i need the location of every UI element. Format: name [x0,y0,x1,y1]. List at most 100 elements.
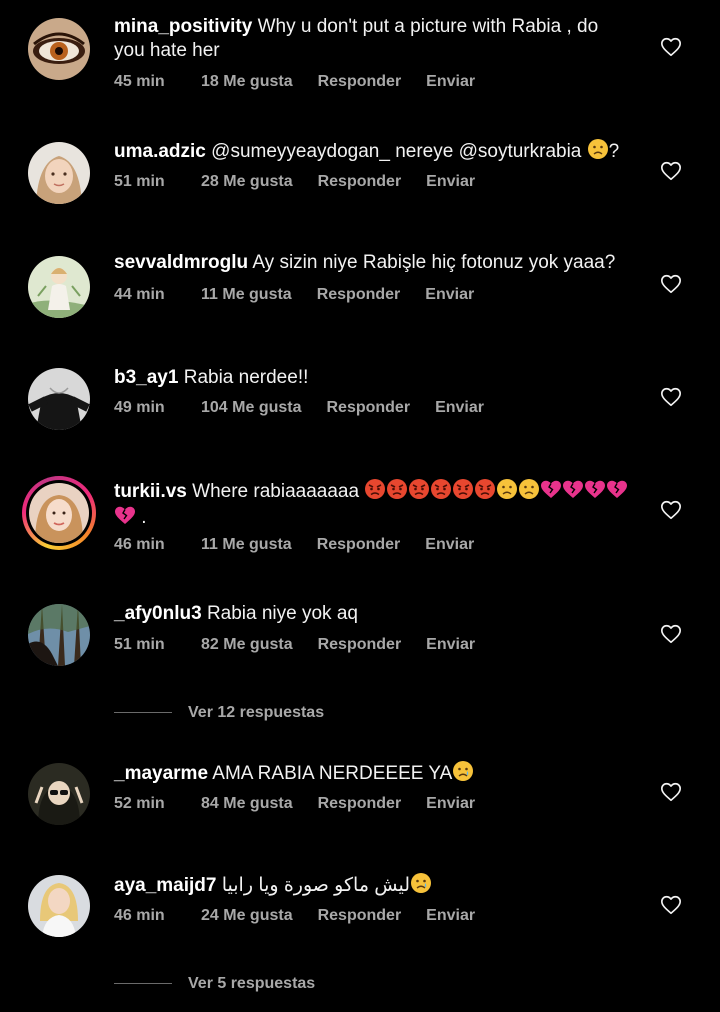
comment-time: 51 min [114,173,165,190]
broken-heart-emoji [606,478,628,500]
broken-heart-emoji [114,504,136,526]
comment-item: uma.adzic @sumeyyeaydogan_ nereye @soytu… [0,110,720,220]
comment-username[interactable]: _afy0nlu3 [114,603,202,624]
comment-body: AMA RABIA NERDEEEE YA [212,763,453,784]
avatar[interactable] [28,763,90,825]
angry-face-emoji [364,478,386,500]
like-button[interactable] [660,160,682,182]
crying-face-emoji [452,760,474,782]
comment-item: _mayarme AMA RABIA NERDEEEE YA 52 min 84 … [0,745,720,855]
likes-count[interactable]: 18 Me gusta [201,73,293,91]
send-button[interactable]: Enviar [425,536,474,554]
send-button[interactable]: Enviar [435,399,484,417]
like-button[interactable] [660,36,682,58]
comment-username[interactable]: aya_maijd7 [114,875,216,896]
like-button[interactable] [660,894,682,916]
broken-heart-emoji [584,478,606,500]
comment-meta: 51 min 82 Me gusta Responder Enviar [114,636,475,654]
avatar[interactable] [28,18,90,80]
like-button[interactable] [660,623,682,645]
likes-count[interactable]: 104 Me gusta [201,399,301,417]
avatar[interactable] [28,875,90,937]
comment-username[interactable]: mina_positivity [114,16,252,37]
reply-button[interactable]: Responder [318,173,402,191]
comment-meta: 45 min 18 Me gusta Responder Enviar [114,73,475,91]
angry-face-emoji [408,478,430,500]
sad-face-emoji [587,138,609,160]
view-replies-button[interactable]: Ver 12 respuestas [114,704,324,722]
heart-outline-icon [661,161,681,181]
avatar[interactable] [28,368,90,430]
eye-avatar-icon [28,18,90,80]
story-avatar[interactable] [22,476,96,550]
send-button[interactable]: Enviar [426,173,475,191]
angry-face-emoji [386,478,408,500]
illustration-avatar-icon [28,256,90,318]
dress-avatar-icon [28,368,90,430]
reply-button[interactable]: Responder [318,636,402,654]
avatar[interactable] [28,256,90,318]
selfie-avatar-icon [29,483,89,543]
heart-outline-icon [661,782,681,802]
send-button[interactable]: Enviar [426,636,475,654]
comment-body-end: . [141,507,147,528]
like-button[interactable] [660,273,682,295]
reply-button[interactable]: Responder [318,73,402,91]
send-button[interactable]: Enviar [425,286,474,304]
comment-username[interactable]: b3_ay1 [114,367,178,388]
comment-item: mina_positivity Why u don't put a pictur… [0,0,720,110]
comment-username[interactable]: sevvaldmroglu [114,252,248,273]
comment-username[interactable]: turkii.vs [114,481,187,502]
send-button[interactable]: Enviar [426,73,475,91]
likes-count[interactable]: 24 Me gusta [201,907,293,925]
comment-time: 51 min [114,636,165,653]
heart-outline-icon [661,500,681,520]
comment-text: mina_positivity Why u don't put a pictur… [114,15,634,63]
comment-item: aya_maijd7 ليش ماكو صورة ويا رابيا 46 mi… [0,855,720,965]
reply-button[interactable]: Responder [318,795,402,813]
comment-item: turkii.vs Where rabiaaaaaaa . 46 min 11 M… [0,450,720,590]
reply-button[interactable]: Responder [317,286,401,304]
comment-username[interactable]: uma.adzic [114,141,206,162]
avatar[interactable] [28,142,90,204]
comment-meta: 51 min 28 Me gusta Responder Enviar [114,173,475,191]
angry-face-emoji [430,478,452,500]
frowning-face-emoji [496,478,518,500]
reply-button[interactable]: Responder [318,907,402,925]
comment-time: 49 min [114,399,165,416]
likes-count[interactable]: 84 Me gusta [201,795,293,813]
forest-avatar-icon [28,604,90,666]
heart-outline-icon [661,37,681,57]
likes-count[interactable]: 82 Me gusta [201,636,293,654]
comment-username[interactable]: _mayarme [114,763,208,784]
comment-time: 45 min [114,73,165,90]
like-button[interactable] [660,386,682,408]
likes-count[interactable]: 11 Me gusta [201,536,292,554]
comment-body: Where rabiaaaaaaa [192,481,360,502]
like-button[interactable] [660,781,682,803]
comment-time: 52 min [114,795,165,812]
comment-text: _afy0nlu3 Rabia niye yok aq [114,602,634,626]
broken-heart-emoji [540,478,562,500]
likes-count[interactable]: 28 Me gusta [201,173,293,191]
heart-outline-icon [661,895,681,915]
comment-text: aya_maijd7 ليش ماكو صورة ويا رابيا [114,872,634,898]
likes-count[interactable]: 11 Me gusta [201,286,292,304]
comment-body-end: ? [608,141,620,162]
reply-button[interactable]: Responder [317,536,401,554]
send-button[interactable]: Enviar [426,907,475,925]
comment-text: turkii.vs Where rabiaaaaaaa . [114,478,629,530]
heart-outline-icon [661,624,681,644]
like-button[interactable] [660,499,682,521]
reply-button[interactable]: Responder [326,399,410,417]
view-replies-button[interactable]: Ver 5 respuestas [114,975,315,993]
comment-meta: 46 min 24 Me gusta Responder Enviar [114,907,475,925]
comment-item: _afy0nlu3 Rabia niye yok aq 51 min 82 Me … [0,590,720,690]
cartoon-avatar-icon [28,763,90,825]
comment-time: 44 min [114,286,165,303]
comment-meta: 49 min 104 Me gusta Responder Enviar [114,399,484,417]
send-button[interactable]: Enviar [426,795,475,813]
heart-outline-icon [661,387,681,407]
woman-avatar-icon [28,142,90,204]
avatar[interactable] [28,604,90,666]
